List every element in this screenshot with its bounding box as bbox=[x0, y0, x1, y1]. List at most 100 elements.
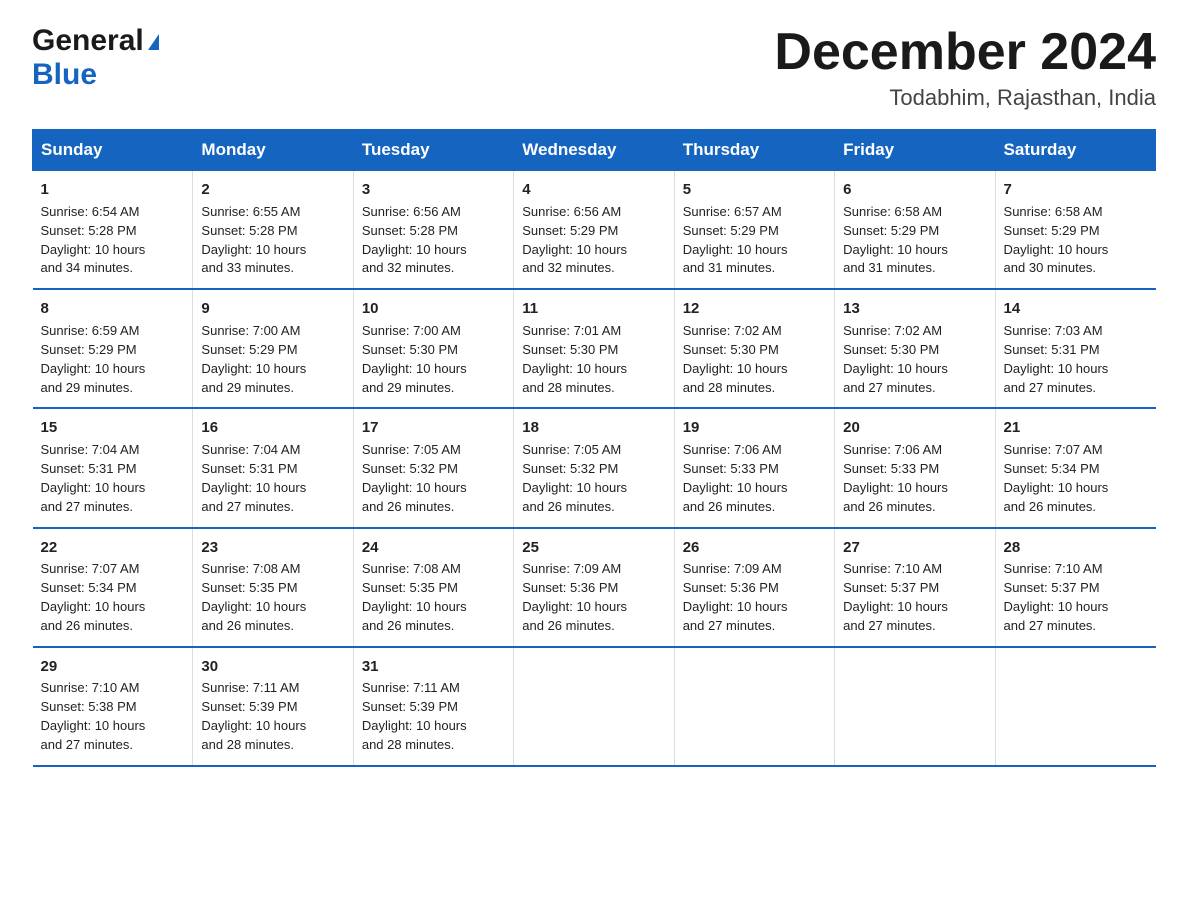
day-info: Sunrise: 7:11 AMSunset: 5:39 PMDaylight:… bbox=[201, 679, 344, 754]
col-saturday: Saturday bbox=[995, 130, 1155, 171]
calendar-cell: 12Sunrise: 7:02 AMSunset: 5:30 PMDayligh… bbox=[674, 289, 834, 408]
calendar-header-row: Sunday Monday Tuesday Wednesday Thursday… bbox=[33, 130, 1156, 171]
calendar-cell: 27Sunrise: 7:10 AMSunset: 5:37 PMDayligh… bbox=[835, 528, 995, 647]
day-info: Sunrise: 7:11 AMSunset: 5:39 PMDaylight:… bbox=[362, 679, 505, 754]
day-number: 2 bbox=[201, 179, 344, 201]
calendar-cell: 24Sunrise: 7:08 AMSunset: 5:35 PMDayligh… bbox=[353, 528, 513, 647]
calendar-cell: 14Sunrise: 7:03 AMSunset: 5:31 PMDayligh… bbox=[995, 289, 1155, 408]
calendar-cell: 17Sunrise: 7:05 AMSunset: 5:32 PMDayligh… bbox=[353, 408, 513, 527]
day-number: 9 bbox=[201, 298, 344, 320]
calendar-cell: 22Sunrise: 7:07 AMSunset: 5:34 PMDayligh… bbox=[33, 528, 193, 647]
day-number: 25 bbox=[522, 537, 665, 559]
day-info: Sunrise: 7:04 AMSunset: 5:31 PMDaylight:… bbox=[41, 441, 185, 516]
col-wednesday: Wednesday bbox=[514, 130, 674, 171]
day-info: Sunrise: 7:08 AMSunset: 5:35 PMDaylight:… bbox=[362, 560, 505, 635]
calendar-cell bbox=[835, 647, 995, 766]
day-info: Sunrise: 6:55 AMSunset: 5:28 PMDaylight:… bbox=[201, 203, 344, 278]
day-number: 6 bbox=[843, 179, 986, 201]
day-number: 21 bbox=[1004, 417, 1148, 439]
calendar-cell: 3Sunrise: 6:56 AMSunset: 5:28 PMDaylight… bbox=[353, 171, 513, 290]
day-number: 22 bbox=[41, 537, 185, 559]
day-number: 15 bbox=[41, 417, 185, 439]
day-number: 12 bbox=[683, 298, 826, 320]
calendar-subtitle: Todabhim, Rajasthan, India bbox=[774, 85, 1156, 111]
calendar-cell: 6Sunrise: 6:58 AMSunset: 5:29 PMDaylight… bbox=[835, 171, 995, 290]
day-number: 30 bbox=[201, 656, 344, 678]
calendar-cell: 16Sunrise: 7:04 AMSunset: 5:31 PMDayligh… bbox=[193, 408, 353, 527]
day-number: 26 bbox=[683, 537, 826, 559]
page-header: General Blue December 2024 Todabhim, Raj… bbox=[32, 24, 1156, 111]
day-number: 18 bbox=[522, 417, 665, 439]
calendar-cell: 4Sunrise: 6:56 AMSunset: 5:29 PMDaylight… bbox=[514, 171, 674, 290]
day-number: 4 bbox=[522, 179, 665, 201]
day-info: Sunrise: 7:01 AMSunset: 5:30 PMDaylight:… bbox=[522, 322, 665, 397]
calendar-cell: 8Sunrise: 6:59 AMSunset: 5:29 PMDaylight… bbox=[33, 289, 193, 408]
logo-blue-text: Blue bbox=[32, 58, 97, 91]
calendar-cell: 30Sunrise: 7:11 AMSunset: 5:39 PMDayligh… bbox=[193, 647, 353, 766]
day-info: Sunrise: 7:06 AMSunset: 5:33 PMDaylight:… bbox=[843, 441, 986, 516]
day-number: 19 bbox=[683, 417, 826, 439]
day-number: 27 bbox=[843, 537, 986, 559]
day-number: 5 bbox=[683, 179, 826, 201]
calendar-week-row: 1Sunrise: 6:54 AMSunset: 5:28 PMDaylight… bbox=[33, 171, 1156, 290]
col-tuesday: Tuesday bbox=[353, 130, 513, 171]
day-info: Sunrise: 6:58 AMSunset: 5:29 PMDaylight:… bbox=[843, 203, 986, 278]
day-number: 24 bbox=[362, 537, 505, 559]
calendar-cell: 11Sunrise: 7:01 AMSunset: 5:30 PMDayligh… bbox=[514, 289, 674, 408]
logo-general-text: General bbox=[32, 24, 144, 58]
day-info: Sunrise: 7:10 AMSunset: 5:37 PMDaylight:… bbox=[843, 560, 986, 635]
day-number: 7 bbox=[1004, 179, 1148, 201]
calendar-cell: 10Sunrise: 7:00 AMSunset: 5:30 PMDayligh… bbox=[353, 289, 513, 408]
calendar-cell: 9Sunrise: 7:00 AMSunset: 5:29 PMDaylight… bbox=[193, 289, 353, 408]
calendar-cell: 2Sunrise: 6:55 AMSunset: 5:28 PMDaylight… bbox=[193, 171, 353, 290]
calendar-cell bbox=[674, 647, 834, 766]
day-info: Sunrise: 7:02 AMSunset: 5:30 PMDaylight:… bbox=[683, 322, 826, 397]
calendar-cell: 18Sunrise: 7:05 AMSunset: 5:32 PMDayligh… bbox=[514, 408, 674, 527]
day-number: 16 bbox=[201, 417, 344, 439]
day-info: Sunrise: 7:08 AMSunset: 5:35 PMDaylight:… bbox=[201, 560, 344, 635]
calendar-cell: 1Sunrise: 6:54 AMSunset: 5:28 PMDaylight… bbox=[33, 171, 193, 290]
calendar-cell bbox=[514, 647, 674, 766]
day-info: Sunrise: 7:10 AMSunset: 5:37 PMDaylight:… bbox=[1004, 560, 1148, 635]
day-number: 1 bbox=[41, 179, 185, 201]
day-info: Sunrise: 7:07 AMSunset: 5:34 PMDaylight:… bbox=[41, 560, 185, 635]
day-info: Sunrise: 6:57 AMSunset: 5:29 PMDaylight:… bbox=[683, 203, 826, 278]
day-info: Sunrise: 7:03 AMSunset: 5:31 PMDaylight:… bbox=[1004, 322, 1148, 397]
col-friday: Friday bbox=[835, 130, 995, 171]
day-number: 8 bbox=[41, 298, 185, 320]
day-number: 13 bbox=[843, 298, 986, 320]
day-number: 14 bbox=[1004, 298, 1148, 320]
day-info: Sunrise: 7:05 AMSunset: 5:32 PMDaylight:… bbox=[522, 441, 665, 516]
col-monday: Monday bbox=[193, 130, 353, 171]
title-area: December 2024 Todabhim, Rajasthan, India bbox=[774, 24, 1156, 111]
day-info: Sunrise: 7:09 AMSunset: 5:36 PMDaylight:… bbox=[522, 560, 665, 635]
calendar-title: December 2024 bbox=[774, 24, 1156, 81]
calendar-week-row: 22Sunrise: 7:07 AMSunset: 5:34 PMDayligh… bbox=[33, 528, 1156, 647]
day-info: Sunrise: 7:00 AMSunset: 5:30 PMDaylight:… bbox=[362, 322, 505, 397]
day-number: 3 bbox=[362, 179, 505, 201]
calendar-table: Sunday Monday Tuesday Wednesday Thursday… bbox=[32, 129, 1156, 767]
day-number: 23 bbox=[201, 537, 344, 559]
day-info: Sunrise: 7:10 AMSunset: 5:38 PMDaylight:… bbox=[41, 679, 185, 754]
calendar-cell: 13Sunrise: 7:02 AMSunset: 5:30 PMDayligh… bbox=[835, 289, 995, 408]
calendar-week-row: 15Sunrise: 7:04 AMSunset: 5:31 PMDayligh… bbox=[33, 408, 1156, 527]
day-number: 10 bbox=[362, 298, 505, 320]
calendar-cell: 31Sunrise: 7:11 AMSunset: 5:39 PMDayligh… bbox=[353, 647, 513, 766]
day-number: 29 bbox=[41, 656, 185, 678]
logo: General Blue bbox=[32, 24, 159, 92]
day-info: Sunrise: 7:04 AMSunset: 5:31 PMDaylight:… bbox=[201, 441, 344, 516]
day-info: Sunrise: 7:05 AMSunset: 5:32 PMDaylight:… bbox=[362, 441, 505, 516]
day-number: 31 bbox=[362, 656, 505, 678]
day-info: Sunrise: 7:07 AMSunset: 5:34 PMDaylight:… bbox=[1004, 441, 1148, 516]
calendar-cell: 26Sunrise: 7:09 AMSunset: 5:36 PMDayligh… bbox=[674, 528, 834, 647]
day-info: Sunrise: 6:54 AMSunset: 5:28 PMDaylight:… bbox=[41, 203, 185, 278]
calendar-cell: 7Sunrise: 6:58 AMSunset: 5:29 PMDaylight… bbox=[995, 171, 1155, 290]
day-info: Sunrise: 6:56 AMSunset: 5:29 PMDaylight:… bbox=[522, 203, 665, 278]
calendar-cell: 20Sunrise: 7:06 AMSunset: 5:33 PMDayligh… bbox=[835, 408, 995, 527]
calendar-cell: 29Sunrise: 7:10 AMSunset: 5:38 PMDayligh… bbox=[33, 647, 193, 766]
day-info: Sunrise: 6:58 AMSunset: 5:29 PMDaylight:… bbox=[1004, 203, 1148, 278]
calendar-cell: 23Sunrise: 7:08 AMSunset: 5:35 PMDayligh… bbox=[193, 528, 353, 647]
day-number: 17 bbox=[362, 417, 505, 439]
calendar-week-row: 29Sunrise: 7:10 AMSunset: 5:38 PMDayligh… bbox=[33, 647, 1156, 766]
day-info: Sunrise: 7:09 AMSunset: 5:36 PMDaylight:… bbox=[683, 560, 826, 635]
